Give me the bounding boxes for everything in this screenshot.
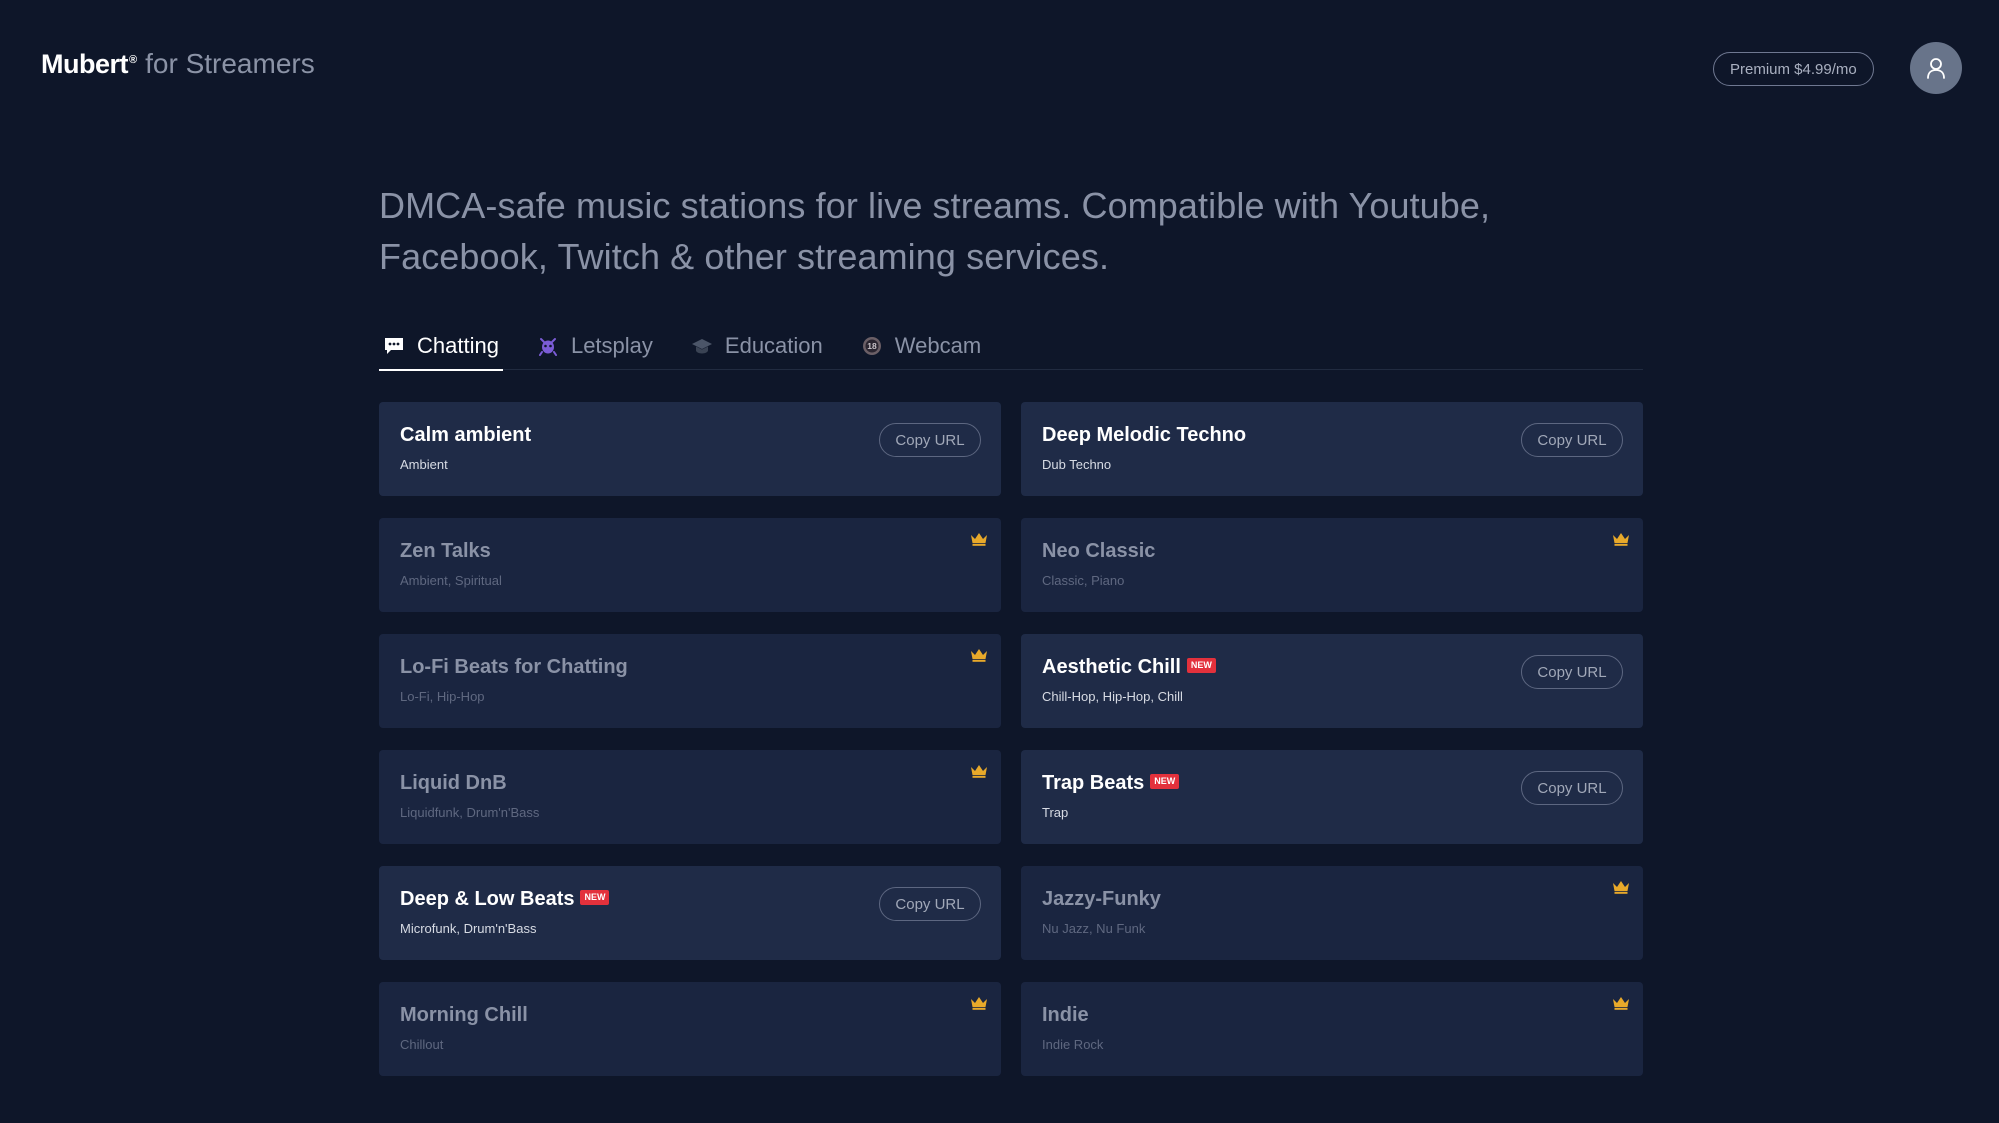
svg-text:18: 18 [867, 341, 877, 351]
station-card[interactable]: Morning Chill Chillout [379, 982, 1001, 1076]
logo-suffix: for Streamers [145, 48, 315, 79]
tab-webcam[interactable]: 18 Webcam [857, 322, 985, 370]
alien-icon [537, 335, 559, 357]
station-title-row: Morning Chill [400, 1004, 528, 1027]
station-title: Aesthetic Chill [1042, 656, 1181, 678]
station-title: Trap Beats [1042, 772, 1145, 794]
tab-label: Education [724, 333, 823, 358]
station-title: Jazzy-Funky [1042, 888, 1161, 910]
station-genres: Chillout [400, 1037, 444, 1052]
headline-line-2: Facebook, Twitch & other streaming servi… [379, 236, 1110, 277]
station-genres: Ambient, Spiritual [400, 573, 502, 588]
station-title-row: Trap Beats NEW [1042, 772, 1180, 795]
station-card[interactable]: Liquid DnB Liquidfunk, Drum'n'Bass [379, 750, 1001, 844]
copy-url-button[interactable]: Copy URL [879, 423, 981, 457]
station-card[interactable]: Lo-Fi Beats for Chatting Lo-Fi, Hip-Hop [379, 634, 1001, 728]
station-title-row: Neo Classic [1042, 540, 1155, 563]
crown-icon [971, 649, 987, 662]
logo[interactable]: Mubert ® for Streamers [41, 48, 315, 80]
chat-icon [383, 335, 405, 357]
station-title-row: Deep Melodic Techno [1042, 424, 1246, 447]
station-card[interactable]: Calm ambient Ambient Copy URL [379, 402, 1001, 496]
new-badge: NEW [1186, 658, 1216, 673]
tab-education[interactable]: Education [687, 322, 827, 370]
station-card[interactable]: Aesthetic Chill NEW Chill-Hop, Hip-Hop, Ch… [1021, 634, 1643, 728]
station-genres: Liquidfunk, Drum'n'Bass [400, 805, 540, 820]
station-title-row: Zen Talks [400, 540, 491, 563]
station-genres: Dub Techno [1042, 457, 1112, 472]
crown-icon [1613, 533, 1629, 546]
station-title: Neo Classic [1042, 540, 1156, 562]
station-card[interactable]: Deep Melodic Techno Dub Techno Copy URL [1021, 402, 1643, 496]
station-genres: Classic, Piano [1042, 573, 1125, 588]
station-title-row: Indie [1042, 1004, 1089, 1027]
station-genres: Microfunk, Drum'n'Bass [400, 921, 537, 936]
crown-icon [1613, 881, 1629, 894]
station-title: Morning Chill [400, 1004, 528, 1026]
station-title-row: Calm ambient [400, 424, 531, 447]
page: Mubert ® for Streamers Premium $4.99/mo … [0, 0, 1999, 1123]
station-title-row: Liquid DnB [400, 772, 507, 795]
new-badge: NEW [1150, 774, 1180, 789]
crown-icon [971, 997, 987, 1010]
crown-icon [971, 533, 987, 546]
header: Mubert ® for Streamers Premium $4.99/mo [0, 0, 1999, 135]
station-genres: Trap [1042, 805, 1069, 820]
station-grid: Calm ambient Ambient Copy URL Deep Melodic … [379, 402, 1643, 1076]
tab-label: Webcam [894, 333, 982, 358]
station-card[interactable]: Deep & Low Beats NEW Microfunk, Drum'n'Bas… [379, 866, 1001, 960]
station-genres: Ambient [400, 457, 448, 472]
station-title: Zen Talks [400, 540, 491, 562]
crown-icon [1613, 997, 1629, 1010]
station-genres: Lo-Fi, Hip-Hop [400, 689, 485, 704]
tab-chatting[interactable]: Chatting [379, 322, 503, 371]
headline-line-1: DMCA-safe music stations for live stream… [379, 185, 1491, 226]
page-headline: DMCA-safe music stations for live stream… [379, 180, 1599, 282]
copy-url-button[interactable]: Copy URL [1521, 771, 1623, 805]
station-genres: Chill-Hop, Hip-Hop, Chill [1042, 689, 1183, 704]
station-card[interactable]: Zen Talks Ambient, Spiritual [379, 518, 1001, 612]
station-card[interactable]: Indie Indie Rock [1021, 982, 1643, 1076]
premium-button[interactable]: Premium $4.99/mo [1713, 52, 1874, 86]
station-title: Liquid DnB [400, 772, 507, 794]
station-title: Calm ambient [400, 424, 532, 446]
station-title: Deep & Low Beats [400, 888, 575, 910]
station-genres: Indie Rock [1042, 1037, 1104, 1052]
station-title: Lo-Fi Beats for Chatting [400, 656, 628, 678]
category-tabs: Chatting Letsplay Education 18 Webcam [379, 322, 1643, 371]
copy-url-button[interactable]: Copy URL [879, 887, 981, 921]
avatar[interactable] [1910, 42, 1962, 94]
station-card[interactable]: Neo Classic Classic, Piano [1021, 518, 1643, 612]
station-genres: Nu Jazz, Nu Funk [1042, 921, 1146, 936]
crown-icon [971, 765, 987, 778]
station-title: Deep Melodic Techno [1042, 424, 1247, 446]
logo-registered-mark: ® [129, 54, 138, 66]
tab-label: Chatting [417, 333, 499, 358]
copy-url-button[interactable]: Copy URL [1521, 655, 1623, 689]
tab-label: Letsplay [570, 333, 653, 358]
user-icon [1927, 58, 1945, 79]
station-title-row: Jazzy-Funky [1042, 888, 1161, 911]
copy-url-button[interactable]: Copy URL [1521, 423, 1623, 457]
station-title-row: Deep & Low Beats NEW [400, 888, 610, 911]
tab-letsplay[interactable]: Letsplay [533, 322, 657, 370]
station-card[interactable]: Jazzy-Funky Nu Jazz, Nu Funk [1021, 866, 1643, 960]
station-title: Indie [1042, 1004, 1089, 1026]
logo-brand: Mubert [41, 49, 129, 79]
station-title-row: Lo-Fi Beats for Chatting [400, 656, 628, 679]
station-title-row: Aesthetic Chill NEW [1042, 656, 1216, 679]
graduation-cap-icon [691, 335, 713, 357]
station-card[interactable]: Trap Beats NEW Trap Copy URL [1021, 750, 1643, 844]
adult-18-icon: 18 [861, 335, 883, 357]
new-badge: NEW [580, 890, 610, 905]
